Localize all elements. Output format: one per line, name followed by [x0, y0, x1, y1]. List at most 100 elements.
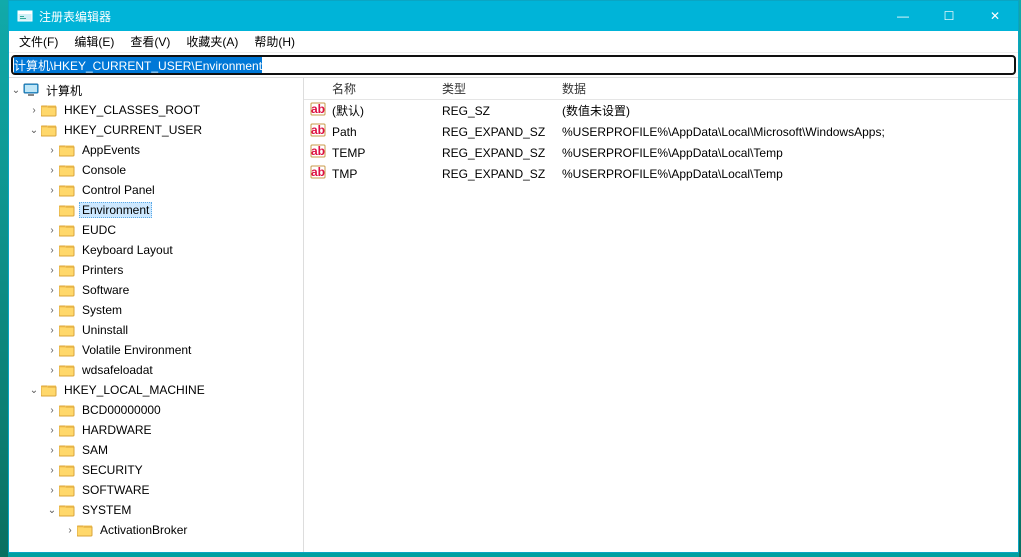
expand-toggle[interactable]: ›	[45, 405, 59, 416]
tree-node-keyboard-layout[interactable]: ›Keyboard Layout	[9, 240, 303, 260]
tree-view[interactable]: ⌄ 计算机›HKEY_CLASSES_ROOT⌄HKEY_CURRENT_USER…	[9, 78, 304, 552]
values-list[interactable]: 名称 类型 数据 ab(默认)REG_SZ(数值未设置)abPathREG_EX…	[304, 78, 1018, 552]
tree-node-hkcr[interactable]: ›HKEY_CLASSES_ROOT	[9, 100, 303, 120]
tree-root[interactable]: ⌄ 计算机	[9, 80, 303, 100]
col-data[interactable]: 数据	[556, 80, 1018, 97]
folder-icon	[59, 483, 75, 497]
expand-toggle[interactable]: ›	[45, 325, 59, 336]
folder-icon	[59, 303, 75, 317]
tree-node-eudc[interactable]: › EUDC	[9, 220, 303, 240]
expand-toggle[interactable]: ›	[45, 165, 59, 176]
tree-node-volatile-environment[interactable]: › Volatile Environment	[9, 340, 303, 360]
value-row[interactable]: abTEMPREG_EXPAND_SZ%USERPROFILE%\AppData…	[304, 142, 1018, 163]
tree-node-system[interactable]: › System	[9, 300, 303, 320]
address-input[interactable]	[11, 55, 1016, 75]
value-row[interactable]: abPathREG_EXPAND_SZ%USERPROFILE%\AppData…	[304, 121, 1018, 142]
value-row[interactable]: ab(默认)REG_SZ(数值未设置)	[304, 100, 1018, 121]
expand-toggle[interactable]: ›	[45, 445, 59, 456]
svg-text:ab: ab	[311, 123, 325, 137]
menubar: 文件(F) 编辑(E) 查看(V) 收藏夹(A) 帮助(H)	[9, 31, 1018, 53]
tree-node-sam[interactable]: ›SAM	[9, 440, 303, 460]
tree-node-label: Volatile Environment	[79, 342, 194, 358]
expand-toggle[interactable]: ›	[45, 145, 59, 156]
svg-text:ab: ab	[311, 144, 325, 158]
expand-toggle[interactable]: ›	[45, 425, 59, 436]
tree-node-hardware[interactable]: ›HARDWARE	[9, 420, 303, 440]
menu-favorites[interactable]: 收藏夹(A)	[178, 31, 246, 52]
close-button[interactable]: ✕	[972, 1, 1018, 31]
tree-node-label: Environment	[79, 202, 152, 218]
expand-toggle[interactable]: ›	[45, 305, 59, 316]
tree-node-label: HKEY_LOCAL_MACHINE	[61, 382, 208, 398]
value-data: %USERPROFILE%\AppData\Local\Microsoft\Wi…	[556, 125, 1018, 139]
tree-node-label: Software	[79, 282, 132, 298]
tree-node-security[interactable]: ›SECURITY	[9, 460, 303, 480]
tree-node-system[interactable]: ⌄SYSTEM	[9, 500, 303, 520]
tree-node-label: 计算机	[43, 81, 85, 100]
value-row[interactable]: abTMPREG_EXPAND_SZ%USERPROFILE%\AppData\…	[304, 163, 1018, 184]
expand-toggle[interactable]: ›	[45, 265, 59, 276]
expand-toggle[interactable]: ›	[45, 285, 59, 296]
expand-toggle[interactable]: ⌄	[45, 505, 59, 516]
value-type: REG_SZ	[436, 104, 556, 118]
tree-node-label: Control Panel	[79, 182, 158, 198]
tree-node-wdsafeloadat[interactable]: ›wdsafeloadat	[9, 360, 303, 380]
value-name: TMP	[326, 167, 436, 181]
tree-node-appevents[interactable]: ›AppEvents	[9, 140, 303, 160]
folder-icon	[59, 283, 75, 297]
tree-node-label: SOFTWARE	[79, 482, 153, 498]
value-type: REG_EXPAND_SZ	[436, 167, 556, 181]
folder-icon	[59, 163, 75, 177]
menu-edit[interactable]: 编辑(E)	[66, 31, 122, 52]
tree-node-software[interactable]: › SOFTWARE	[9, 480, 303, 500]
string-value-icon: ab	[310, 143, 326, 159]
tree-node-hkcu[interactable]: ⌄HKEY_CURRENT_USER	[9, 120, 303, 140]
titlebar[interactable]: 注册表编辑器 — ☐ ✕	[9, 1, 1018, 31]
string-value-icon: ab	[310, 122, 326, 138]
folder-icon	[59, 423, 75, 437]
expand-toggle[interactable]: ›	[27, 105, 41, 116]
expand-toggle[interactable]: ›	[45, 365, 59, 376]
expand-toggle[interactable]: ›	[45, 345, 59, 356]
window-title: 注册表编辑器	[39, 8, 880, 25]
expand-toggle[interactable]: ›	[63, 525, 77, 536]
tree-node-hklm[interactable]: ⌄ HKEY_LOCAL_MACHINE	[9, 380, 303, 400]
expand-toggle[interactable]: ⌄	[27, 385, 41, 396]
value-data: %USERPROFILE%\AppData\Local\Temp	[556, 167, 1018, 181]
tree-node-software[interactable]: › Software	[9, 280, 303, 300]
expand-toggle[interactable]: ›	[45, 225, 59, 236]
tree-node-activationbroker[interactable]: ›ActivationBroker	[9, 520, 303, 540]
folder-icon	[59, 263, 75, 277]
tree-node-uninstall[interactable]: › Uninstall	[9, 320, 303, 340]
menu-view[interactable]: 查看(V)	[122, 31, 178, 52]
folder-icon	[41, 383, 57, 397]
list-header[interactable]: 名称 类型 数据	[304, 78, 1018, 100]
col-name[interactable]: 名称	[326, 80, 436, 97]
folder-icon	[59, 363, 75, 377]
minimize-button[interactable]: —	[880, 1, 926, 31]
value-data: %USERPROFILE%\AppData\Local\Temp	[556, 146, 1018, 160]
menu-file[interactable]: 文件(F)	[11, 31, 66, 52]
value-type: REG_EXPAND_SZ	[436, 125, 556, 139]
expand-toggle[interactable]: ⌄	[9, 85, 23, 96]
tree-node-label: Uninstall	[79, 322, 131, 338]
folder-icon	[59, 403, 75, 417]
folder-icon	[59, 503, 75, 517]
tree-node-label: Console	[79, 162, 129, 178]
tree-node-console[interactable]: › Console	[9, 160, 303, 180]
tree-node-control-panel[interactable]: › Control Panel	[9, 180, 303, 200]
col-type[interactable]: 类型	[436, 80, 556, 97]
tree-node-bcd00000000[interactable]: ›BCD00000000	[9, 400, 303, 420]
tree-node-label: System	[79, 302, 125, 318]
expand-toggle[interactable]: ›	[45, 485, 59, 496]
expand-toggle[interactable]: ›	[45, 245, 59, 256]
menu-help[interactable]: 帮助(H)	[246, 31, 303, 52]
tree-node-label: EUDC	[79, 222, 119, 238]
expand-toggle[interactable]: ›	[45, 185, 59, 196]
tree-node-environment[interactable]: ▸Environment	[9, 200, 303, 220]
computer-icon	[23, 83, 39, 97]
expand-toggle[interactable]: ⌄	[27, 125, 41, 136]
tree-node-printers[interactable]: ›Printers	[9, 260, 303, 280]
maximize-button[interactable]: ☐	[926, 1, 972, 31]
expand-toggle[interactable]: ›	[45, 465, 59, 476]
